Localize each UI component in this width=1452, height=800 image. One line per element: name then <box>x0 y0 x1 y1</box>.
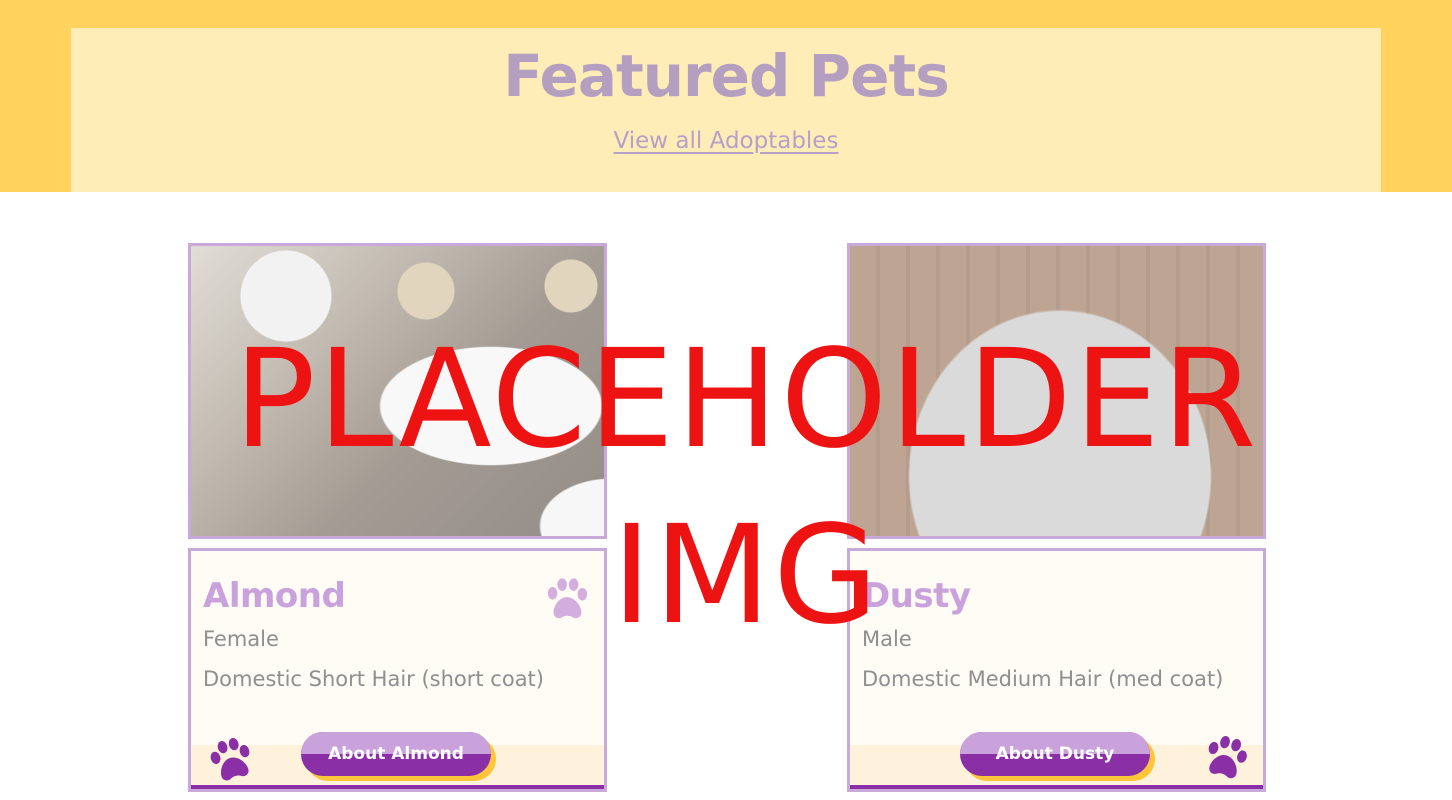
pet-photo-almond <box>188 243 607 539</box>
pet-breed: Domestic Medium Hair (med coat) <box>862 667 1224 691</box>
paw-print-icon <box>543 576 589 622</box>
about-almond-button[interactable]: About Almond <box>301 732 491 776</box>
featured-header-panel: Featured Pets View all Adoptables <box>71 28 1381 192</box>
view-all-adoptables-link-wrap: View all Adoptables <box>71 128 1381 154</box>
pet-sex: Female <box>203 627 279 651</box>
pet-info-dusty: Dusty Male Domestic Medium Hair (med coa… <box>847 548 1266 792</box>
pet-info-almond: Almond Female Domestic Short Hair (short… <box>188 548 607 792</box>
pet-name: Almond <box>203 576 346 616</box>
paw-print-icon <box>1202 734 1248 780</box>
button-label: About Dusty <box>995 744 1115 764</box>
button-label: About Almond <box>328 744 464 764</box>
featured-header-band: Featured Pets View all Adoptables <box>0 0 1452 192</box>
pet-sex: Male <box>862 627 912 651</box>
about-dusty-button[interactable]: About Dusty <box>960 732 1150 776</box>
page-title: Featured Pets <box>503 42 950 110</box>
view-all-adoptables-link[interactable]: View all Adoptables <box>614 128 839 154</box>
pet-name: Dusty <box>862 576 971 616</box>
pet-photo-dusty <box>847 243 1266 539</box>
paw-print-icon <box>207 737 253 783</box>
pet-breed: Domestic Short Hair (short coat) <box>203 667 544 691</box>
